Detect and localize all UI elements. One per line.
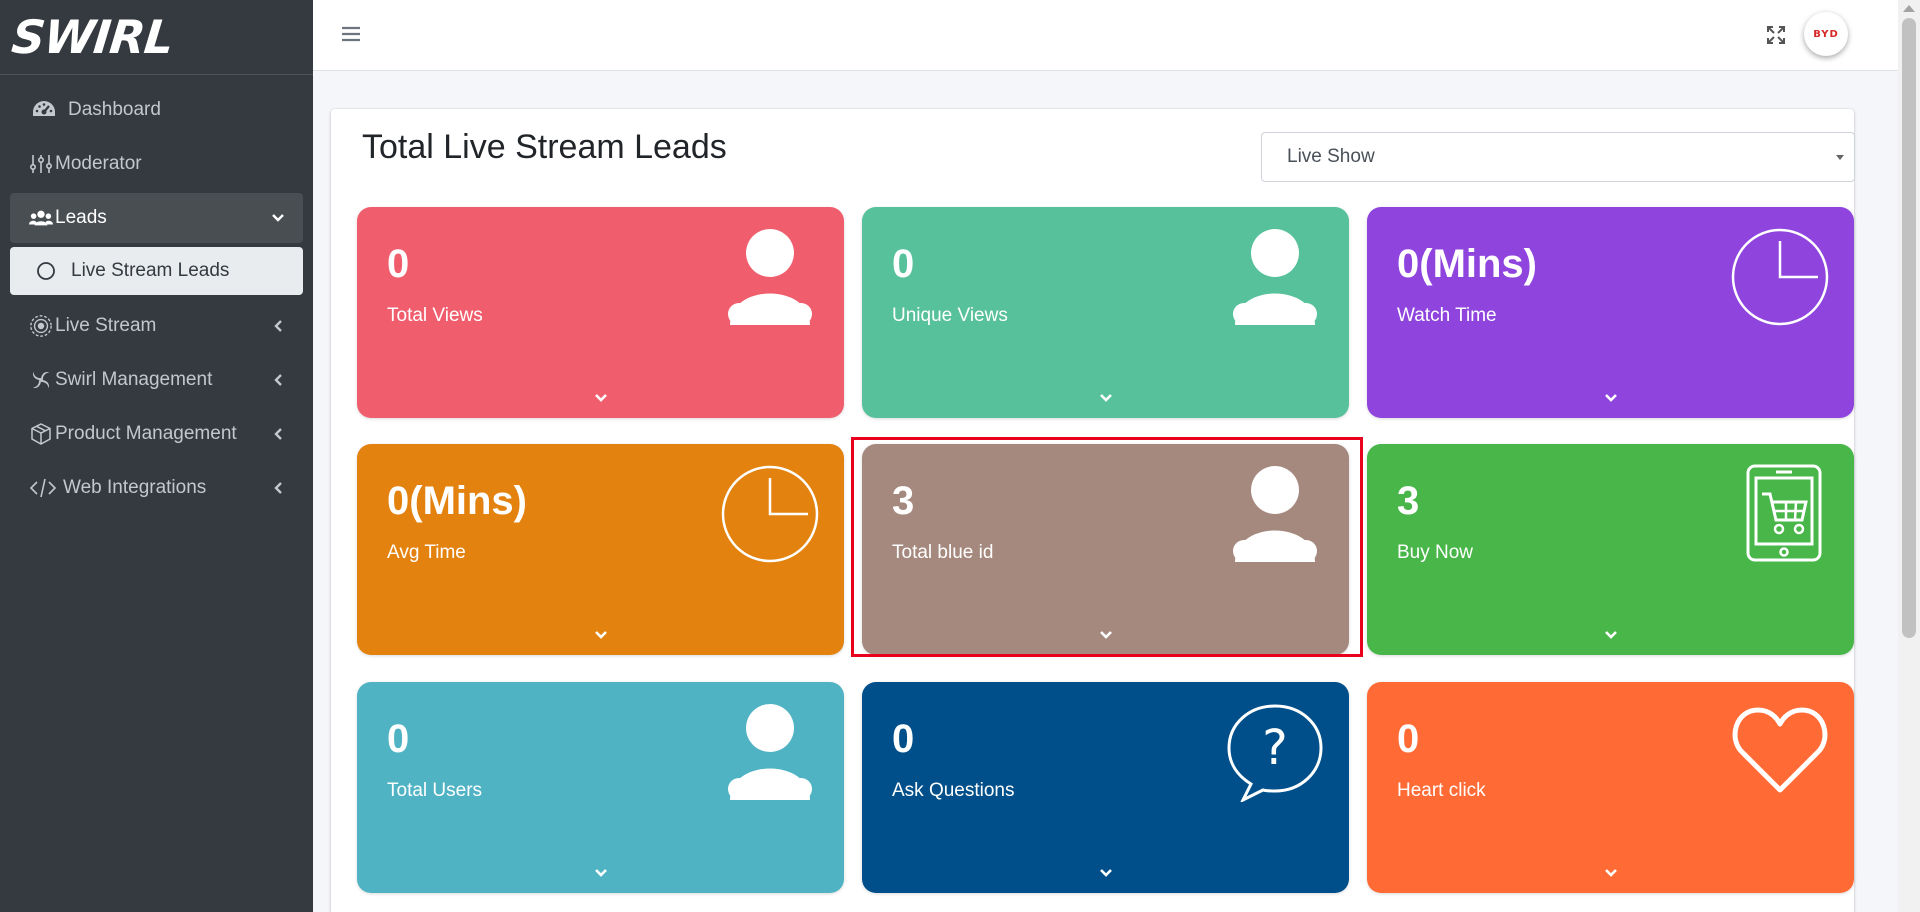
stat-box: 0 Heart click (1367, 682, 1854, 893)
svg-text:?: ? (1262, 720, 1287, 776)
stat-box: 0 Unique Views (862, 207, 1349, 418)
sidebar-item-label: Product Management (55, 423, 237, 444)
stat-label: Watch Time (1397, 305, 1497, 326)
sidebar-item-live-stream[interactable]: Live Stream (10, 301, 303, 351)
brand-logo[interactable]: SWIRL (0, 0, 313, 75)
sidebar-item-dashboard[interactable]: Dashboard (10, 85, 303, 135)
tablet-cart-icon (1730, 464, 1830, 564)
sidebar-item-web-integrations[interactable]: Web Integrations (10, 463, 303, 513)
code-icon (29, 474, 57, 502)
box-icon (29, 420, 53, 448)
more-info-chevron-icon[interactable] (1591, 623, 1631, 647)
select-value: Live Show (1287, 146, 1375, 167)
page-title: Total Live Stream Leads (362, 128, 727, 166)
scroll-up-arrow-icon[interactable] (1903, 5, 1915, 12)
stream-type-select[interactable]: Live Show (1261, 132, 1855, 182)
sidebar-item-live-stream-leads[interactable]: Live Stream Leads (10, 247, 303, 295)
sidebar-item-label: Live Stream Leads (71, 260, 230, 281)
user-icon (1225, 227, 1325, 327)
more-info-chevron-icon[interactable] (581, 861, 621, 885)
page-scrollbar[interactable] (1898, 0, 1920, 912)
more-info-chevron-icon[interactable] (1086, 861, 1126, 885)
stat-value: 0 (1397, 717, 1420, 761)
caret-down-icon (1836, 155, 1844, 160)
user-icon (1225, 464, 1325, 564)
more-info-chevron-icon[interactable] (581, 386, 621, 410)
broadcast-icon (29, 312, 53, 340)
stat-label: Total Users (387, 780, 483, 801)
sidebar-item-label: Moderator (55, 153, 142, 174)
stat-box: 3 Total blue id (862, 444, 1349, 655)
top-navbar: BYD (313, 0, 1898, 71)
stat-value: 3 (892, 479, 915, 523)
sliders-icon (29, 150, 53, 178)
chevron-down-icon (271, 211, 285, 225)
user-icon (720, 702, 820, 802)
clock-icon (1730, 227, 1830, 327)
more-info-chevron-icon[interactable] (1086, 386, 1126, 410)
chevron-left-icon (271, 481, 285, 495)
stat-box: 3 Buy Now (1367, 444, 1854, 655)
chevron-left-icon (271, 427, 285, 441)
hamburger-menu-icon[interactable] (341, 24, 361, 44)
more-info-chevron-icon[interactable] (1591, 861, 1631, 885)
sidebar-item-leads[interactable]: Leads (10, 193, 303, 243)
sidebar-item-label: Dashboard (68, 99, 161, 120)
user-icon (720, 227, 820, 327)
fullscreen-expand-icon[interactable] (1766, 25, 1786, 45)
sidebar-item-product-management[interactable]: Product Management (10, 409, 303, 459)
swirl-icon (29, 366, 53, 394)
question-bubble-icon: ? (1225, 702, 1325, 804)
stat-box: 0 Total Views (357, 207, 844, 418)
clock-icon (720, 464, 820, 564)
stat-value: 0(Mins) (1397, 242, 1537, 286)
circle-outline-icon (35, 257, 57, 285)
sidebar-item-label: Live Stream (55, 315, 157, 336)
stat-value: 0 (892, 242, 915, 286)
stat-value: 0 (892, 717, 915, 761)
sidebar-nav: Dashboard Moderator Leads Live Stream Le… (0, 75, 313, 513)
user-avatar[interactable]: BYD (1804, 12, 1848, 56)
heart-icon (1730, 702, 1830, 802)
brand-name: SWIRL (9, 10, 176, 64)
scrollbar-thumb[interactable] (1902, 18, 1916, 638)
stat-label: Total Views (387, 305, 483, 326)
stat-value: 3 (1397, 479, 1420, 523)
tachometer-icon (30, 96, 58, 124)
stat-box: 0(Mins) Watch Time (1367, 207, 1854, 418)
more-info-chevron-icon[interactable] (581, 623, 621, 647)
stat-label: Ask Questions (892, 780, 1015, 801)
stat-box: 0 Total Users (357, 682, 844, 893)
sidebar-item-moderator[interactable]: Moderator (10, 139, 303, 189)
stat-box: 0(Mins) Avg Time (357, 444, 844, 655)
more-info-chevron-icon[interactable] (1086, 623, 1126, 647)
users-icon (29, 204, 53, 232)
stat-label: Heart click (1397, 780, 1486, 801)
chevron-left-icon (271, 373, 285, 387)
sidebar-item-label: Swirl Management (55, 369, 213, 390)
stat-value: 0 (387, 717, 410, 761)
stat-label: Unique Views (892, 305, 1008, 326)
sidebar: SWIRL Dashboard Moderator Leads Live Str… (0, 0, 313, 912)
stat-label: Buy Now (1397, 542, 1474, 563)
stat-value: 0(Mins) (387, 479, 527, 523)
more-info-chevron-icon[interactable] (1591, 386, 1631, 410)
sidebar-item-label: Leads (55, 207, 107, 228)
chevron-left-icon (271, 319, 285, 333)
stat-label: Total blue id (892, 542, 994, 563)
avatar-logo-text: BYD (1813, 28, 1839, 40)
stat-value: 0 (387, 242, 410, 286)
stat-box: 0 Ask Questions? (862, 682, 1349, 893)
sidebar-item-label: Web Integrations (63, 477, 207, 498)
stat-label: Avg Time (387, 542, 466, 563)
sidebar-item-swirl-management[interactable]: Swirl Management (10, 355, 303, 405)
